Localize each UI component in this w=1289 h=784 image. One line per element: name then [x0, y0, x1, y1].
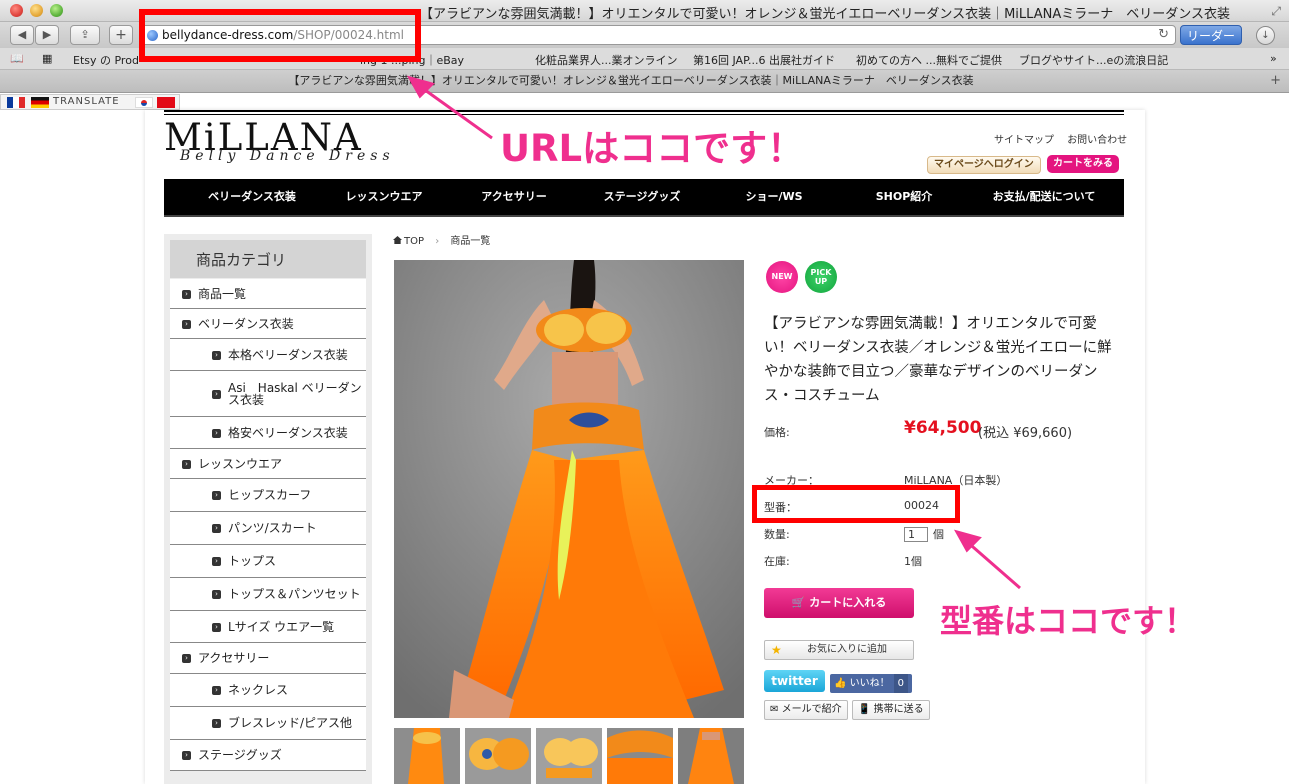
url-annotation-text: URLはココです！	[500, 127, 805, 170]
model-annotation-text: 型番はココです！	[940, 602, 1197, 640]
url-arrow-icon	[417, 83, 493, 140]
model-arrowhead-icon	[953, 529, 982, 553]
model-arrow-icon	[964, 538, 1021, 590]
